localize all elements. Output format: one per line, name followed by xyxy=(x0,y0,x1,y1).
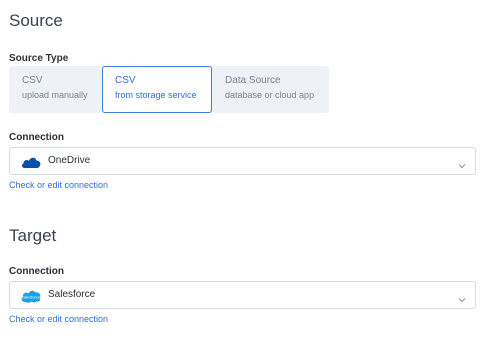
salesforce-cloud-icon: salesforce xyxy=(20,289,42,303)
chevron-down-icon xyxy=(458,291,466,303)
target-connection-label: Connection xyxy=(9,266,64,277)
option-subtitle: from storage service xyxy=(115,90,197,100)
source-type-csv-upload[interactable]: CSV upload manually xyxy=(9,66,102,113)
option-subtitle: database or cloud app xyxy=(225,90,315,100)
option-title: CSV xyxy=(115,75,136,86)
source-edit-connection-link[interactable]: Check or edit connection xyxy=(9,180,108,190)
target-section-title: Target xyxy=(9,226,57,245)
onedrive-cloud-icon xyxy=(20,155,42,169)
source-type-data-source[interactable]: Data Source database or cloud app xyxy=(212,66,329,113)
option-subtitle: upload manually xyxy=(22,90,88,100)
option-title: Data Source xyxy=(225,75,281,86)
source-connection-select[interactable]: OneDrive xyxy=(9,147,476,175)
source-connection-label: Connection xyxy=(9,132,64,143)
svg-text:salesforce: salesforce xyxy=(22,295,41,300)
target-edit-connection-link[interactable]: Check or edit connection xyxy=(9,314,108,324)
source-type-label: Source Type xyxy=(9,53,69,64)
target-connection-select[interactable]: salesforce Salesforce xyxy=(9,281,476,309)
target-connection-value: Salesforce xyxy=(48,289,96,300)
source-type-selector: CSV upload manually CSV from storage ser… xyxy=(9,66,329,113)
source-connection-value: OneDrive xyxy=(48,155,91,166)
source-type-csv-storage[interactable]: CSV from storage service xyxy=(102,66,212,113)
chevron-down-icon xyxy=(458,157,466,169)
option-title: CSV xyxy=(22,75,43,86)
source-section-title: Source xyxy=(9,11,63,30)
